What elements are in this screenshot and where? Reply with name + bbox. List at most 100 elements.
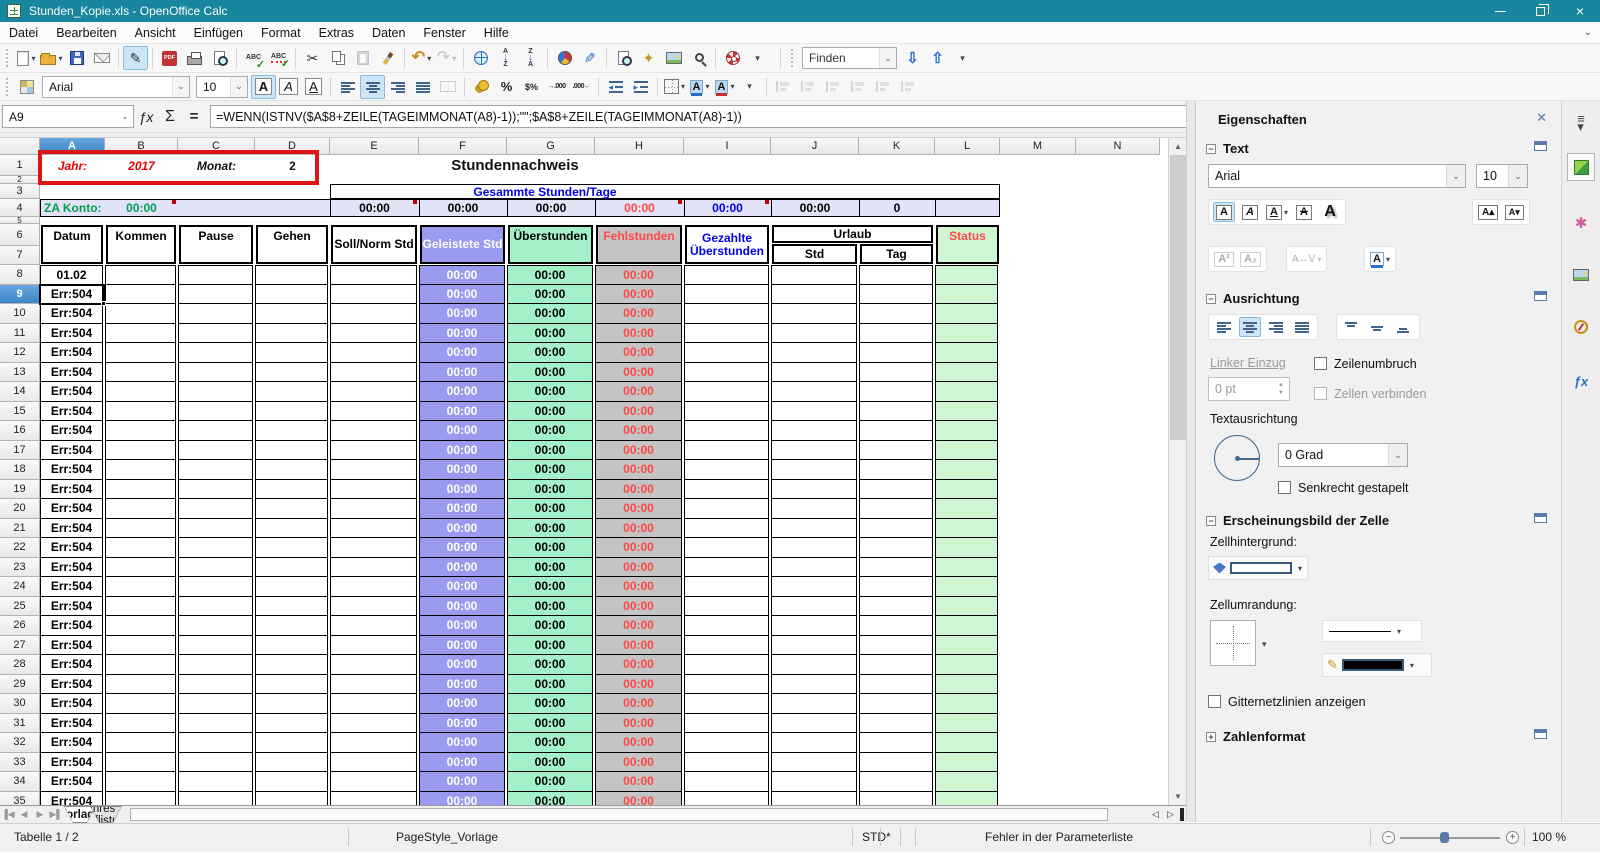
cell-D13[interactable] (255, 362, 328, 382)
restore-button[interactable] (1520, 0, 1560, 22)
hyperlink-button[interactable] (468, 46, 493, 70)
cell-A12[interactable]: Err:504 (40, 343, 103, 363)
cell-E14[interactable] (330, 382, 417, 402)
cell-C23[interactable] (178, 557, 253, 577)
cell-L30[interactable] (935, 694, 998, 714)
cell-G25[interactable]: 00:00 (507, 596, 593, 616)
row-header-14[interactable]: 14 (0, 382, 40, 402)
cell-E16[interactable] (330, 421, 417, 441)
align-object-middle-button[interactable] (871, 75, 896, 99)
chevron-down-icon[interactable]: ⌄ (1446, 165, 1465, 187)
find-previous-button[interactable]: ⇧ (925, 46, 950, 70)
insert-chart-button[interactable] (552, 46, 577, 70)
zoom-slider-thumb[interactable] (1440, 832, 1449, 843)
row-header-23[interactable]: 23 (0, 557, 40, 577)
print-button[interactable] (182, 46, 207, 70)
last-sheet-button[interactable]: ▶▌ (48, 806, 64, 823)
row-header-33[interactable]: 33 (0, 752, 40, 772)
cell-H35[interactable]: 00:00 (595, 791, 682, 805)
cell-F30[interactable]: 00:00 (419, 694, 505, 714)
cell-A15[interactable]: Err:504 (40, 401, 103, 421)
border-color-picker[interactable]: ✎ ▾ (1322, 653, 1432, 677)
cell-A30[interactable]: Err:504 (40, 694, 103, 714)
cell-E25[interactable] (330, 596, 417, 616)
cell-B25[interactable] (105, 596, 176, 616)
cell-E23[interactable] (330, 557, 417, 577)
cell-F32[interactable]: 00:00 (419, 733, 505, 753)
cell-I14[interactable] (684, 382, 769, 402)
cell-E28[interactable] (330, 655, 417, 675)
cell-B9[interactable] (105, 284, 176, 304)
cell-H22[interactable]: 00:00 (595, 538, 682, 558)
cell-A10[interactable]: Err:504 (40, 304, 103, 324)
row-header-32[interactable]: 32 (0, 733, 40, 753)
cell-L35[interactable] (935, 791, 998, 805)
chevron-down-icon[interactable]: ▾ (1397, 627, 1401, 636)
sidebar-menu-button[interactable]: ≡ ▾ (1567, 109, 1595, 137)
character-spacing-button[interactable]: A↔V ▾ (1291, 249, 1322, 269)
cell-L18[interactable] (935, 460, 998, 480)
horizontal-scroll-thumb[interactable] (130, 808, 1108, 821)
sidebar-align-left-button[interactable] (1213, 317, 1235, 337)
cell-B27[interactable] (105, 635, 176, 655)
cell-C21[interactable] (178, 518, 253, 538)
cell-K35[interactable] (859, 791, 933, 805)
header-urlaub-std[interactable]: Std (772, 244, 857, 264)
bold-button[interactable]: A (251, 74, 276, 99)
indent-spinner[interactable]: 0 pt ▲ ▼ (1208, 377, 1290, 401)
cell-I16[interactable] (684, 421, 769, 441)
cell-J20[interactable] (771, 499, 857, 519)
row-header-34[interactable]: 34 (0, 772, 40, 792)
zoom-slider-track[interactable] (1400, 837, 1500, 839)
cell-F8[interactable]: 00:00 (419, 265, 505, 285)
cell-D32[interactable] (255, 733, 328, 753)
border-picker[interactable] (1210, 620, 1256, 666)
cell-B32[interactable] (105, 733, 176, 753)
cell-K16[interactable] (859, 421, 933, 441)
cell-H31[interactable]: 00:00 (595, 713, 682, 733)
cell-H10[interactable]: 00:00 (595, 304, 682, 324)
cell-I22[interactable] (684, 538, 769, 558)
cell-G10[interactable]: 00:00 (507, 304, 593, 324)
cell-L25[interactable] (935, 596, 998, 616)
cell-D30[interactable] (255, 694, 328, 714)
cell-I15[interactable] (684, 401, 769, 421)
header-fehlstunden[interactable]: Fehlstunden (596, 225, 682, 264)
delete-decimal-button[interactable]: .000← (569, 75, 594, 99)
cell-D21[interactable] (255, 518, 328, 538)
cell-K9[interactable] (859, 284, 933, 304)
cell-G18[interactable]: 00:00 (507, 460, 593, 480)
cell-summary-title[interactable]: Gesammte Stunden/Tage (330, 184, 760, 199)
cell-H23[interactable]: 00:00 (595, 557, 682, 577)
chevron-down-icon[interactable]: ▾ (1410, 661, 1414, 670)
cell-D33[interactable] (255, 752, 328, 772)
cell-H9[interactable]: 00:00 (595, 284, 682, 304)
cell-J33[interactable] (771, 752, 857, 772)
cell-G31[interactable]: 00:00 (507, 713, 593, 733)
name-box[interactable]: A9 ⌄ (2, 105, 134, 128)
cell-F34[interactable]: 00:00 (419, 772, 505, 792)
menu-extras[interactable]: Extras (310, 22, 363, 43)
cell-I8[interactable] (684, 265, 769, 285)
cell-D29[interactable] (255, 674, 328, 694)
header-gehen[interactable]: Gehen (256, 225, 328, 264)
cell-A21[interactable]: Err:504 (40, 518, 103, 538)
find-next-button[interactable]: ⇩ (900, 46, 925, 70)
cell-G23[interactable]: 00:00 (507, 557, 593, 577)
cell-G4[interactable]: 00:00 (507, 199, 595, 217)
navigator-button[interactable]: ✦ (636, 46, 661, 70)
row-header-28[interactable]: 28 (0, 655, 40, 675)
chevron-down-icon[interactable]: ⌄ (230, 76, 247, 97)
cell-A23[interactable]: Err:504 (40, 557, 103, 577)
cell-A31[interactable]: Err:504 (40, 713, 103, 733)
cell-L29[interactable] (935, 674, 998, 694)
add-decimal-button[interactable]: →.000 (544, 75, 569, 99)
cell-G17[interactable]: 00:00 (507, 440, 593, 460)
cell-L21[interactable] (935, 518, 998, 538)
spin-up-icon[interactable]: ▲ (1278, 382, 1284, 388)
cell-L34[interactable] (935, 772, 998, 792)
cell-D16[interactable] (255, 421, 328, 441)
cell-B11[interactable] (105, 323, 176, 343)
header-pause[interactable]: Pause (179, 225, 253, 264)
cell-L22[interactable] (935, 538, 998, 558)
